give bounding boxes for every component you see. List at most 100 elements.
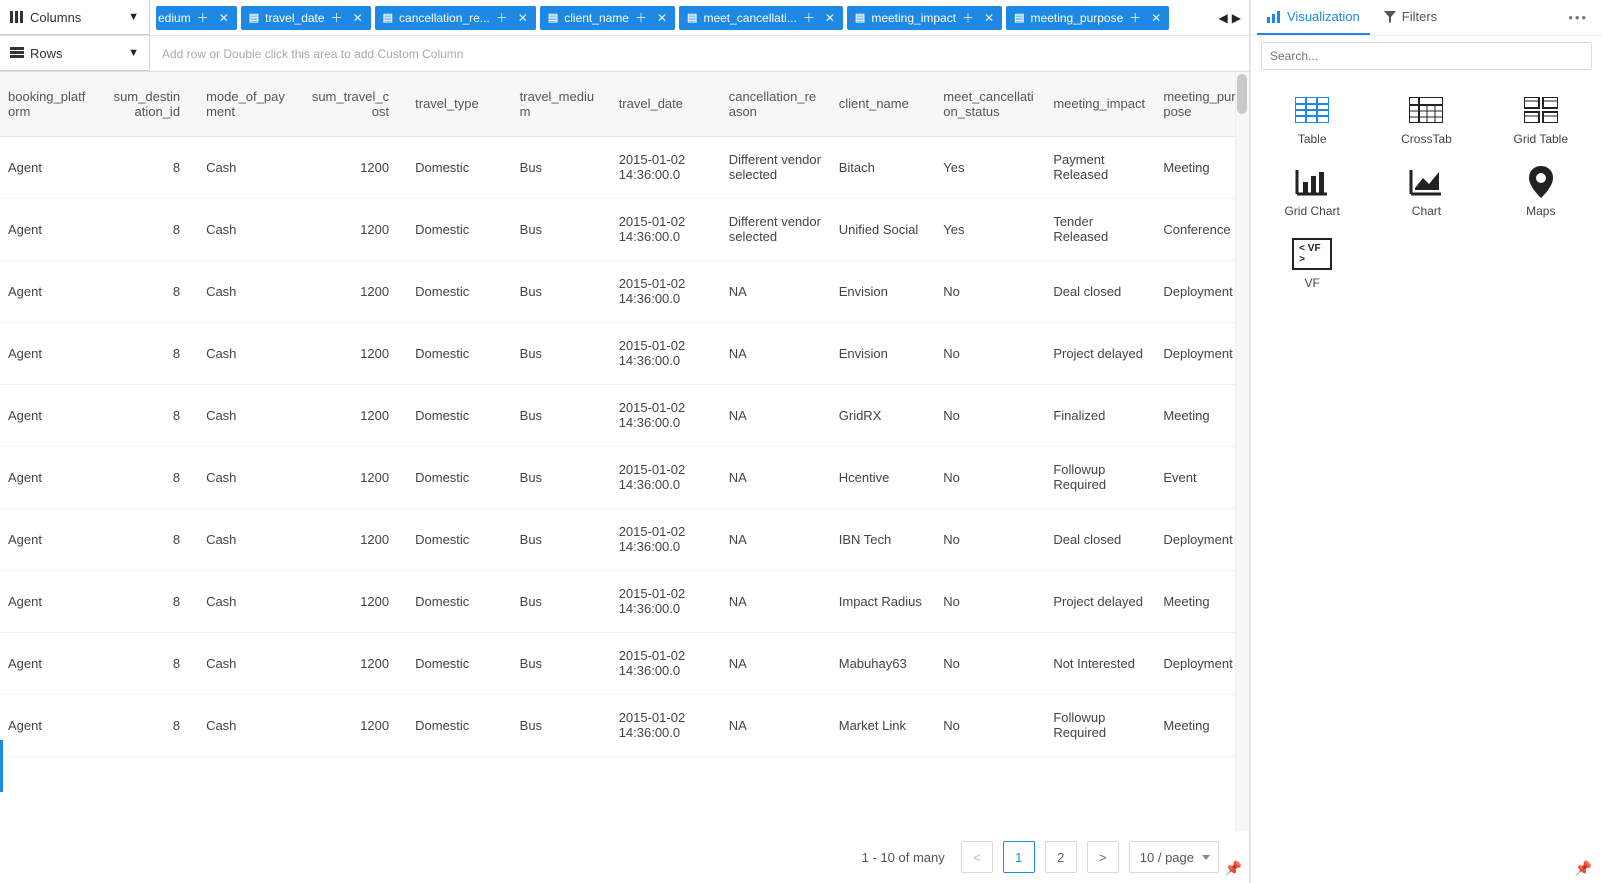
columns-shelf-label[interactable]: Columns ▼: [0, 0, 150, 35]
chip-remove-icon[interactable]: ✕: [980, 11, 998, 25]
column-header[interactable]: meet_cancellation_status: [935, 72, 1045, 136]
viz-option-chart[interactable]: Chart: [1369, 156, 1483, 228]
chip-add-icon[interactable]: ＋: [1129, 9, 1141, 26]
column-chip[interactable]: ▤meet_cancellati...＋✕: [679, 6, 843, 30]
table-cell: Tender Released: [1045, 198, 1155, 260]
table-row[interactable]: Agent8Cash1200DomesticBus2015-01-02 14:3…: [0, 384, 1249, 446]
chip-remove-icon[interactable]: ✕: [514, 11, 532, 25]
table-row[interactable]: Agent8Cash1200DomesticBus2015-01-02 14:3…: [0, 322, 1249, 384]
viz-option-gridtable[interactable]: Grid Table: [1484, 84, 1598, 156]
column-header[interactable]: mode_of_payment: [198, 72, 303, 136]
column-header[interactable]: travel_type: [407, 72, 512, 136]
table-cell: Agent: [0, 136, 99, 198]
table-cell: Project delayed: [1045, 322, 1155, 384]
rows-shelf-label[interactable]: Rows ▼: [0, 36, 150, 71]
table-scroll[interactable]: booking_platformsum_destination_idmode_o…: [0, 72, 1249, 831]
chip-add-icon[interactable]: ＋: [496, 9, 508, 26]
table-row[interactable]: Agent8Cash1200DomesticBus2015-01-02 14:3…: [0, 508, 1249, 570]
viz-option-table[interactable]: Table: [1255, 84, 1369, 156]
chip-label: meeting_impact: [871, 11, 956, 25]
viz-label: Table: [1298, 132, 1327, 146]
vertical-scroll-thumb[interactable]: [1237, 74, 1247, 114]
table-cell: 1200: [303, 136, 408, 198]
table-cell: 1200: [303, 260, 408, 322]
viz-option-maps[interactable]: Maps: [1484, 156, 1598, 228]
shelf-scroll-left[interactable]: ◀: [1217, 11, 1230, 25]
table-header-row: booking_platformsum_destination_idmode_o…: [0, 72, 1249, 136]
column-chip[interactable]: ▤meeting_purpose＋✕: [1006, 6, 1169, 30]
shelf-scroll-right[interactable]: ▶: [1230, 11, 1243, 25]
chip-add-icon[interactable]: ＋: [635, 9, 647, 26]
page-prev-button[interactable]: <: [961, 841, 993, 873]
vertical-scrollbar[interactable]: [1235, 72, 1249, 831]
column-chip[interactable]: ▤travel_date＋✕: [241, 6, 371, 30]
table-cell: Cash: [198, 136, 303, 198]
table-cell: Cash: [198, 322, 303, 384]
table-cell: 2015-01-02 14:36:00.0: [611, 694, 721, 756]
table-cell: Bus: [512, 260, 611, 322]
column-header[interactable]: sum_destination_id: [99, 72, 198, 136]
pin-icon[interactable]: 📌: [1575, 860, 1592, 877]
table-row[interactable]: Agent8Cash1200DomesticBus2015-01-02 14:3…: [0, 198, 1249, 260]
chip-label: meet_cancellati...: [703, 11, 796, 25]
page-next-button[interactable]: >: [1087, 841, 1119, 873]
columns-chips[interactable]: edium＋✕▤travel_date＋✕▤cancellation_re...…: [150, 6, 1217, 30]
page-number-button[interactable]: 1: [1003, 841, 1035, 873]
tab-visualization[interactable]: Visualization: [1257, 0, 1370, 35]
column-chip[interactable]: ▤client_name＋✕: [540, 6, 675, 30]
table-cell: Different vendor selected: [721, 136, 831, 198]
table-row[interactable]: Agent8Cash1200DomesticBus2015-01-02 14:3…: [0, 632, 1249, 694]
viz-option-gridchart[interactable]: Grid Chart: [1255, 156, 1369, 228]
table-cell: 1200: [303, 570, 408, 632]
viz-option-vf[interactable]: < VF >VF: [1255, 228, 1369, 300]
column-header[interactable]: sum_travel_cost: [303, 72, 408, 136]
pin-icon[interactable]: 📌: [1225, 860, 1242, 877]
table-cell: Domestic: [407, 260, 512, 322]
tab-filters[interactable]: Filters: [1374, 0, 1447, 35]
table-cell: Cash: [198, 632, 303, 694]
column-header[interactable]: cancellation_reason: [721, 72, 831, 136]
chip-remove-icon[interactable]: ✕: [821, 11, 839, 25]
table-cell: Project delayed: [1045, 570, 1155, 632]
table-cell: Agent: [0, 322, 99, 384]
chip-label: meeting_purpose: [1031, 11, 1124, 25]
table-cell: No: [935, 694, 1045, 756]
column-header[interactable]: travel_date: [611, 72, 721, 136]
column-header[interactable]: travel_medium: [512, 72, 611, 136]
page-range: 1 - 10 of many: [862, 850, 945, 865]
page-numbers: 12: [1003, 841, 1077, 873]
column-header[interactable]: booking_platform: [0, 72, 99, 136]
table-row[interactable]: Agent8Cash1200DomesticBus2015-01-02 14:3…: [0, 694, 1249, 756]
side-search: [1251, 36, 1602, 76]
column-header[interactable]: meeting_impact: [1045, 72, 1155, 136]
page-number-button[interactable]: 2: [1045, 841, 1077, 873]
table-cell: GridRX: [831, 384, 936, 446]
chip-add-icon[interactable]: ＋: [962, 9, 974, 26]
table-row[interactable]: Agent8Cash1200DomesticBus2015-01-02 14:3…: [0, 570, 1249, 632]
rows-drop-area[interactable]: Add row or Double click this area to add…: [150, 47, 1249, 61]
side-search-input[interactable]: [1261, 42, 1592, 70]
chip-remove-icon[interactable]: ✕: [215, 11, 233, 25]
chip-add-icon[interactable]: ＋: [331, 9, 343, 26]
table-row[interactable]: Agent8Cash1200DomesticBus2015-01-02 14:3…: [0, 446, 1249, 508]
page-size-label: 10 / page: [1140, 850, 1194, 865]
chip-remove-icon[interactable]: ✕: [1147, 11, 1165, 25]
table-cell: No: [935, 570, 1045, 632]
column-header[interactable]: client_name: [831, 72, 936, 136]
table-row[interactable]: Agent8Cash1200DomesticBus2015-01-02 14:3…: [0, 136, 1249, 198]
column-chip[interactable]: ▤cancellation_re...＋✕: [375, 6, 536, 30]
viz-label: Chart: [1412, 204, 1441, 218]
column-chip[interactable]: edium＋✕: [156, 6, 237, 30]
column-chip[interactable]: ▤meeting_impact＋✕: [847, 6, 1002, 30]
table-cell: 2015-01-02 14:36:00.0: [611, 384, 721, 446]
rows-label-text: Rows: [30, 46, 63, 61]
viz-option-crosstab[interactable]: CrossTab: [1369, 84, 1483, 156]
chip-add-icon[interactable]: ＋: [197, 9, 209, 26]
chip-remove-icon[interactable]: ✕: [349, 11, 367, 25]
chip-add-icon[interactable]: ＋: [803, 9, 815, 26]
table-cell: NA: [721, 570, 831, 632]
table-row[interactable]: Agent8Cash1200DomesticBus2015-01-02 14:3…: [0, 260, 1249, 322]
page-size-select[interactable]: 10 / page: [1129, 841, 1219, 873]
chip-remove-icon[interactable]: ✕: [653, 11, 671, 25]
side-more-button[interactable]: •••: [1560, 10, 1596, 25]
